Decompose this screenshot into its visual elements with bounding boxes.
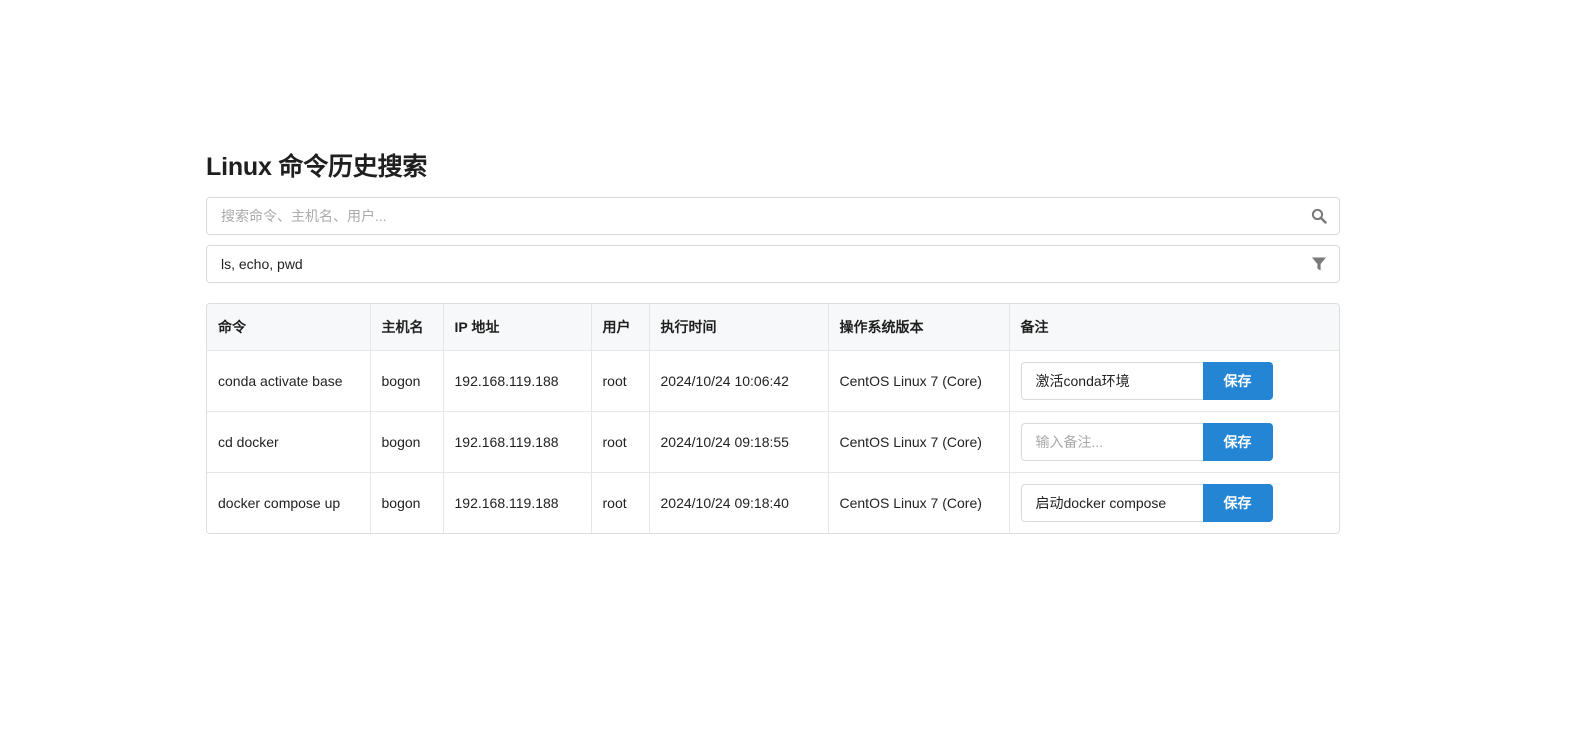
cell-user: root — [591, 411, 650, 473]
table-header-row: 命令 主机名 IP 地址 用户 执行时间 操作系统版本 备注 — [207, 304, 1339, 351]
cell-hostname: bogon — [370, 411, 444, 473]
column-header-ip: IP 地址 — [443, 304, 592, 351]
column-header-remark: 备注 — [1009, 304, 1339, 351]
filter-input[interactable] — [207, 246, 1339, 282]
search-icon[interactable] — [1311, 208, 1327, 224]
save-button[interactable]: 保存 — [1202, 423, 1273, 461]
column-header-os: 操作系统版本 — [828, 304, 1010, 351]
remark-group: 保存 — [1020, 351, 1329, 411]
cell-remark: 保存 — [1009, 350, 1339, 412]
remark-group: 保存 — [1020, 412, 1329, 472]
remark-group: 保存 — [1020, 473, 1329, 533]
cell-os: CentOS Linux 7 (Core) — [828, 411, 1010, 473]
page-title: Linux 命令历史搜索 — [206, 153, 428, 181]
cell-os: CentOS Linux 7 (Core) — [828, 472, 1010, 533]
column-header-user: 用户 — [591, 304, 650, 351]
table-row: docker compose up bogon 192.168.119.188 … — [207, 472, 1339, 534]
cell-hostname: bogon — [370, 350, 444, 412]
cell-remark: 保存 — [1009, 473, 1339, 534]
cell-ip: 192.168.119.188 — [443, 350, 592, 412]
save-button[interactable]: 保存 — [1202, 362, 1273, 400]
save-button[interactable]: 保存 — [1202, 484, 1273, 522]
column-header-hostname: 主机名 — [370, 304, 444, 351]
cell-remark: 保存 — [1009, 411, 1339, 473]
remark-input[interactable] — [1020, 423, 1203, 461]
cell-command: docker compose up — [207, 472, 371, 533]
remark-input[interactable] — [1020, 362, 1203, 400]
cell-command: conda activate base — [207, 350, 371, 412]
page-container: Linux 命令历史搜索 搜索命令、主机名、用户... ls, echo, pw… — [206, 150, 1340, 534]
cell-ip: 192.168.119.188 — [443, 472, 592, 533]
column-header-command: 命令 — [207, 304, 371, 351]
history-table: 命令 主机名 IP 地址 用户 执行时间 操作系统版本 备注 conda act… — [206, 303, 1340, 534]
filter-icon[interactable] — [1311, 256, 1327, 272]
cell-hostname: bogon — [370, 472, 444, 533]
column-header-time: 执行时间 — [649, 304, 829, 351]
cell-user: root — [591, 350, 650, 412]
search-box — [206, 197, 1340, 235]
cell-os: CentOS Linux 7 (Core) — [828, 350, 1010, 412]
cell-command: cd docker — [207, 411, 371, 473]
table-row: conda activate base bogon 192.168.119.18… — [207, 350, 1339, 412]
search-input[interactable] — [207, 198, 1339, 234]
table-row: cd docker bogon 192.168.119.188 root 202… — [207, 411, 1339, 473]
cell-time: 2024/10/24 10:06:42 — [649, 350, 829, 412]
cell-time: 2024/10/24 09:18:40 — [649, 472, 829, 533]
cell-user: root — [591, 472, 650, 533]
remark-input[interactable] — [1020, 484, 1203, 522]
cell-time: 2024/10/24 09:18:55 — [649, 411, 829, 473]
cell-ip: 192.168.119.188 — [443, 411, 592, 473]
filter-box — [206, 245, 1340, 283]
